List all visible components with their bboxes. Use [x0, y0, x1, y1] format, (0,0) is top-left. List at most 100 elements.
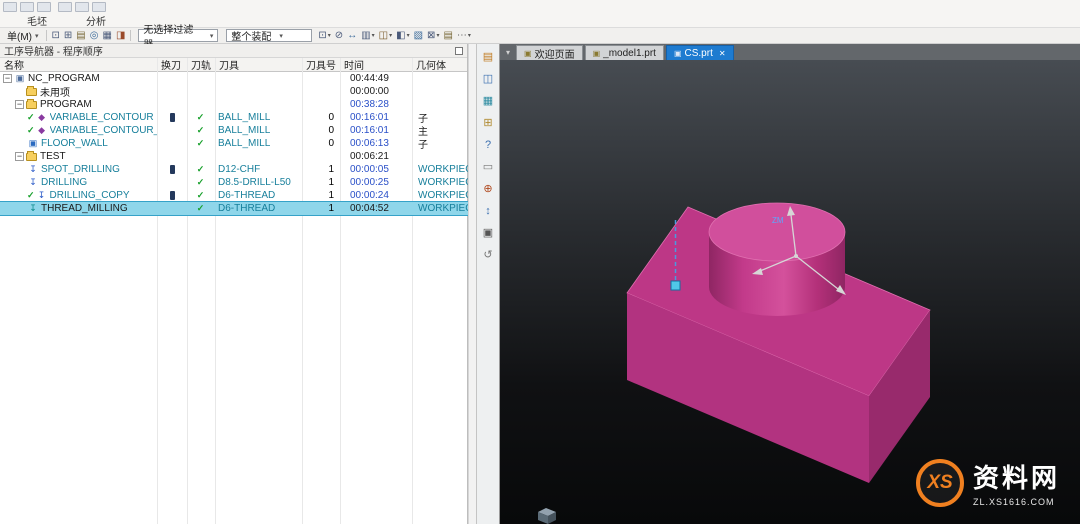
part-navigator-icon[interactable]: ▦ [480, 93, 496, 108]
assembly-navigator-icon[interactable]: ▤ [480, 49, 496, 64]
history-icon[interactable]: ↺ [480, 247, 496, 262]
notes-icon[interactable]: ▭ [480, 159, 496, 174]
row-time: 00:16:01 [340, 111, 412, 124]
wireframe-display-icon: ▦ [102, 30, 111, 41]
navigator-row-drilling[interactable]: ↧DRILLING✓D8.5-DRILL-L50100:00:25WORKPIE… [0, 176, 468, 189]
help-icon[interactable]: ? [480, 137, 496, 152]
snap-point-icon[interactable]: ⊞ [62, 29, 74, 43]
row-geometry: 子 [412, 111, 468, 124]
tab--model1-prt[interactable]: ▣_model1.prt [585, 45, 664, 60]
row-name: TEST [40, 151, 66, 162]
tree-expander-icon[interactable]: − [15, 152, 24, 161]
display-mode-icon[interactable]: ◧▾ [394, 29, 411, 43]
row-geometry [412, 72, 468, 85]
menu-button[interactable]: 单(M) ▾ [3, 28, 43, 43]
undock-panel-icon[interactable] [455, 47, 463, 55]
navigator-row-thread_milling[interactable]: ↧THREAD_MILLING✓D6-THREAD100:04:52WORKPI… [0, 202, 468, 215]
column-header-刀具[interactable]: 刀具 [215, 57, 302, 72]
status-check-icon: ✓ [27, 112, 35, 123]
column-header-名称[interactable]: 名称 [0, 57, 157, 72]
row-time: 00:00:00 [340, 85, 412, 98]
close-tab-icon[interactable]: ✕ [719, 49, 726, 58]
window-icon[interactable]: ⊡▾ [316, 29, 332, 43]
more-tools-icon[interactable]: ⋯▾ [455, 29, 473, 43]
navigator-row-variable_contour[interactable]: ✓◆VARIABLE_CONTOUR✓BALL_MILL000:16:01子 [0, 111, 468, 124]
row-tool-number: 0 [302, 137, 340, 150]
watermark-site-name: 资料网 [973, 458, 1060, 495]
create-blank-icon[interactable] [3, 2, 17, 12]
reuse-library-icon[interactable]: ⊞ [480, 115, 496, 130]
chevron-down-icon: ▾ [436, 32, 439, 39]
navigator-row-variable_contour_copy[interactable]: ✓◆VARIABLE_CONTOUR_COPY✓BALL_MILL000:16:… [0, 124, 468, 137]
ribbon-group-blank[interactable]: 毛坯 [27, 13, 47, 28]
row-time: 00:06:21 [340, 150, 412, 163]
editor-icon[interactable]: ▧ [412, 29, 425, 43]
part-file-icon: ▣ [593, 49, 601, 58]
folder-icon [26, 153, 37, 161]
pattern-feature-icon[interactable]: ▥▾ [359, 29, 376, 43]
machining-line-designer-icon[interactable]: ▣ [480, 225, 496, 240]
navigator-row-nc_program[interactable]: −▣NC_PROGRAM00:44:49 [0, 72, 468, 85]
navigator-row-floor_wall[interactable]: ▣FLOOR_WALL✓BALL_MILL000:06:13子 [0, 137, 468, 150]
graphics-window[interactable]: ZM XS 资料网 ZL.XS1616.COM [500, 60, 1080, 524]
part-boss-top-face[interactable] [709, 203, 845, 261]
wireframe-display-icon[interactable]: ▦ [100, 29, 113, 43]
move-object-icon[interactable]: ↔ [345, 29, 359, 43]
navigator-scrollbar[interactable] [468, 44, 476, 524]
part-file-icon: ▣ [674, 49, 682, 58]
shaded-display-icon[interactable]: ◨ [114, 29, 127, 43]
selection-scope-dropdown[interactable]: 整个装配 ▾ [226, 29, 312, 42]
layer-settings-icon[interactable]: ▤ [441, 29, 454, 43]
orient-view-icon[interactable]: ◎ [88, 29, 101, 43]
drag-handle[interactable] [671, 281, 680, 290]
row-geometry: WORKPIECE [412, 189, 468, 202]
pin-tabs-icon[interactable]: ▾ [506, 48, 510, 57]
row-tool [215, 85, 302, 98]
column-header-时间[interactable]: 时间 [340, 57, 412, 72]
toolpath-ok-icon: ✓ [197, 190, 205, 201]
snapshot-icon[interactable]: ⊠▾ [425, 29, 441, 43]
column-header-换刀[interactable]: 换刀 [157, 57, 187, 72]
tree-expander-icon[interactable]: − [15, 100, 24, 109]
more-tools-icon: ⋯ [457, 30, 467, 41]
view-cube-icon[interactable] [538, 508, 556, 524]
navigator-row-未用项[interactable]: 未用项00:00:00 [0, 85, 468, 98]
column-header-刀轨[interactable]: 刀轨 [187, 57, 215, 72]
navigator-row-program[interactable]: −PROGRAM00:38:28 [0, 98, 468, 111]
folder-icon [26, 88, 37, 96]
row-geometry [412, 85, 468, 98]
chevron-down-icon: ▾ [468, 32, 471, 39]
deviation-check-icon[interactable] [92, 2, 106, 12]
constraint-navigator-icon[interactable]: ◫ [480, 71, 496, 86]
row-name: VARIABLE_CONTOUR_COPY [50, 125, 157, 136]
column-header-刀具号[interactable]: 刀具号 [302, 57, 340, 72]
navigator-row-test[interactable]: − TEST 00:06:21 [0, 150, 468, 163]
select-object-icon[interactable]: ⊡ [50, 29, 62, 43]
row-geometry: WORKPIECE [412, 202, 468, 215]
ribbon-group-analysis[interactable]: 分析 [86, 13, 106, 28]
touch-mode-icon[interactable]: ⊕ [480, 181, 496, 196]
chevron-down-icon: ▾ [210, 32, 214, 40]
row-time: 00:06:13 [340, 137, 412, 150]
column-header-几何体[interactable]: 几何体 [412, 57, 468, 72]
work-layer-icon[interactable]: ▤ [74, 29, 87, 43]
tab-cs-prt[interactable]: ▣CS.prt✕ [666, 45, 734, 60]
row-time: 00:38:28 [340, 98, 412, 111]
selection-filter-dropdown[interactable]: 无选择过滤器 ▾ [138, 29, 218, 42]
navigator-title-bar[interactable]: 工序导航器 - 程序顺序 [0, 44, 467, 58]
section-analysis-icon[interactable] [75, 2, 89, 12]
toolpath-ok-icon: ✓ [197, 177, 205, 188]
show-blank-icon[interactable] [37, 2, 51, 12]
chevron-down-icon: ▾ [35, 32, 39, 40]
edit-blank-icon[interactable] [20, 2, 34, 12]
tab-欢迎页面[interactable]: ▣欢迎页面 [516, 45, 583, 60]
show-hide-icon[interactable]: ⊘ [333, 29, 345, 43]
row-tool: BALL_MILL [215, 111, 302, 124]
row-tool [215, 98, 302, 111]
measure-icon[interactable] [58, 2, 72, 12]
tree-expander-icon[interactable]: − [3, 74, 12, 83]
navigator-row-drilling_copy[interactable]: ✓↧DRILLING_COPY✓D6-THREAD100:00:24WORKPI… [0, 189, 468, 202]
operation-navigator-icon[interactable]: ↕ [480, 203, 496, 218]
measure-distance-icon[interactable]: ◫▾ [377, 29, 394, 43]
navigator-row-spot_drilling[interactable]: ↧SPOT_DRILLING✓D12-CHF100:00:05WORKPIECE [0, 163, 468, 176]
